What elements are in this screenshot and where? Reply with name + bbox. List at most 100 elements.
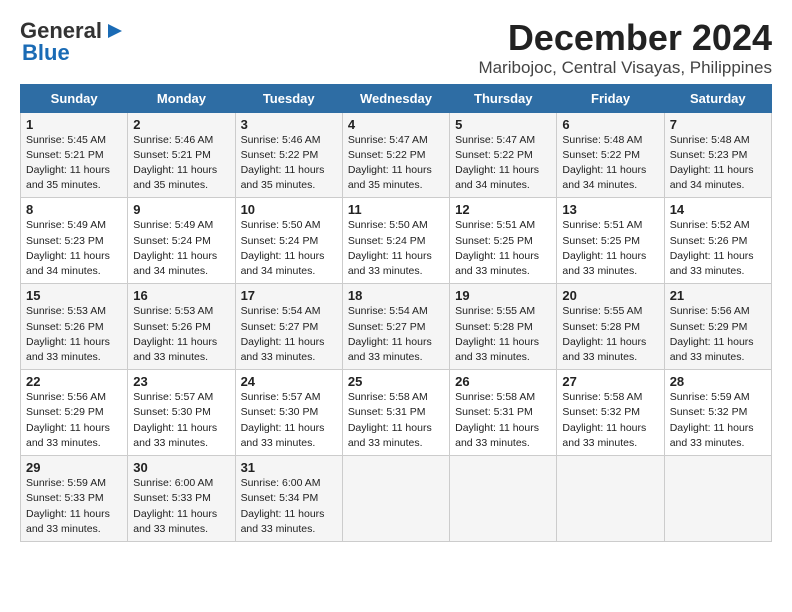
day-number: 16 (133, 288, 230, 303)
table-cell: 16Sunrise: 5:53 AMSunset: 5:26 PMDayligh… (128, 284, 235, 370)
day-info: Sunrise: 5:57 AMSunset: 5:30 PMDaylight:… (241, 390, 338, 451)
day-info: Sunrise: 5:59 AMSunset: 5:32 PMDaylight:… (670, 390, 767, 451)
day-info: Sunrise: 5:49 AMSunset: 5:23 PMDaylight:… (26, 218, 123, 279)
day-number: 21 (670, 288, 767, 303)
day-number: 31 (241, 460, 338, 475)
day-info: Sunrise: 5:47 AMSunset: 5:22 PMDaylight:… (455, 133, 552, 194)
day-number: 4 (348, 117, 445, 132)
table-cell: 28Sunrise: 5:59 AMSunset: 5:32 PMDayligh… (664, 370, 771, 456)
table-cell: 1Sunrise: 5:45 AMSunset: 5:21 PMDaylight… (21, 112, 128, 198)
day-number: 6 (562, 117, 659, 132)
day-info: Sunrise: 5:54 AMSunset: 5:27 PMDaylight:… (348, 304, 445, 365)
col-sunday: Sunday (21, 84, 128, 112)
table-cell: 22Sunrise: 5:56 AMSunset: 5:29 PMDayligh… (21, 370, 128, 456)
day-info: Sunrise: 5:51 AMSunset: 5:25 PMDaylight:… (455, 218, 552, 279)
day-number: 19 (455, 288, 552, 303)
day-info: Sunrise: 5:46 AMSunset: 5:21 PMDaylight:… (133, 133, 230, 194)
day-info: Sunrise: 5:48 AMSunset: 5:23 PMDaylight:… (670, 133, 767, 194)
day-info: Sunrise: 5:55 AMSunset: 5:28 PMDaylight:… (455, 304, 552, 365)
day-number: 17 (241, 288, 338, 303)
table-cell: 4Sunrise: 5:47 AMSunset: 5:22 PMDaylight… (342, 112, 449, 198)
day-number: 2 (133, 117, 230, 132)
day-info: Sunrise: 5:57 AMSunset: 5:30 PMDaylight:… (133, 390, 230, 451)
calendar-subtitle: Maribojoc, Central Visayas, Philippines (478, 58, 772, 78)
col-tuesday: Tuesday (235, 84, 342, 112)
day-number: 11 (348, 202, 445, 217)
table-cell (342, 456, 449, 542)
title-block: December 2024 Maribojoc, Central Visayas… (478, 18, 772, 78)
table-cell: 6Sunrise: 5:48 AMSunset: 5:22 PMDaylight… (557, 112, 664, 198)
table-cell: 14Sunrise: 5:52 AMSunset: 5:26 PMDayligh… (664, 198, 771, 284)
day-number: 9 (133, 202, 230, 217)
day-info: Sunrise: 5:45 AMSunset: 5:21 PMDaylight:… (26, 133, 123, 194)
table-cell: 11Sunrise: 5:50 AMSunset: 5:24 PMDayligh… (342, 198, 449, 284)
day-number: 23 (133, 374, 230, 389)
day-info: Sunrise: 5:47 AMSunset: 5:22 PMDaylight:… (348, 133, 445, 194)
day-info: Sunrise: 5:59 AMSunset: 5:33 PMDaylight:… (26, 476, 123, 537)
table-cell (450, 456, 557, 542)
table-cell: 17Sunrise: 5:54 AMSunset: 5:27 PMDayligh… (235, 284, 342, 370)
table-cell: 3Sunrise: 5:46 AMSunset: 5:22 PMDaylight… (235, 112, 342, 198)
day-number: 3 (241, 117, 338, 132)
day-number: 26 (455, 374, 552, 389)
table-cell: 20Sunrise: 5:55 AMSunset: 5:28 PMDayligh… (557, 284, 664, 370)
day-info: Sunrise: 5:52 AMSunset: 5:26 PMDaylight:… (670, 218, 767, 279)
day-number: 10 (241, 202, 338, 217)
table-cell: 2Sunrise: 5:46 AMSunset: 5:21 PMDaylight… (128, 112, 235, 198)
table-cell: 13Sunrise: 5:51 AMSunset: 5:25 PMDayligh… (557, 198, 664, 284)
table-cell: 12Sunrise: 5:51 AMSunset: 5:25 PMDayligh… (450, 198, 557, 284)
calendar-table: Sunday Monday Tuesday Wednesday Thursday… (20, 84, 772, 542)
calendar-title: December 2024 (478, 18, 772, 58)
day-number: 28 (670, 374, 767, 389)
table-cell (664, 456, 771, 542)
col-thursday: Thursday (450, 84, 557, 112)
day-number: 18 (348, 288, 445, 303)
day-info: Sunrise: 5:58 AMSunset: 5:32 PMDaylight:… (562, 390, 659, 451)
table-cell: 19Sunrise: 5:55 AMSunset: 5:28 PMDayligh… (450, 284, 557, 370)
day-info: Sunrise: 5:56 AMSunset: 5:29 PMDaylight:… (670, 304, 767, 365)
table-cell: 26Sunrise: 5:58 AMSunset: 5:31 PMDayligh… (450, 370, 557, 456)
col-saturday: Saturday (664, 84, 771, 112)
day-info: Sunrise: 5:46 AMSunset: 5:22 PMDaylight:… (241, 133, 338, 194)
table-cell: 5Sunrise: 5:47 AMSunset: 5:22 PMDaylight… (450, 112, 557, 198)
table-cell: 21Sunrise: 5:56 AMSunset: 5:29 PMDayligh… (664, 284, 771, 370)
table-cell: 7Sunrise: 5:48 AMSunset: 5:23 PMDaylight… (664, 112, 771, 198)
day-info: Sunrise: 5:58 AMSunset: 5:31 PMDaylight:… (455, 390, 552, 451)
day-number: 14 (670, 202, 767, 217)
day-info: Sunrise: 5:50 AMSunset: 5:24 PMDaylight:… (348, 218, 445, 279)
day-number: 15 (26, 288, 123, 303)
table-cell: 25Sunrise: 5:58 AMSunset: 5:31 PMDayligh… (342, 370, 449, 456)
table-cell: 23Sunrise: 5:57 AMSunset: 5:30 PMDayligh… (128, 370, 235, 456)
table-cell: 31Sunrise: 6:00 AMSunset: 5:34 PMDayligh… (235, 456, 342, 542)
header: General Blue December 2024 Maribojoc, Ce… (20, 18, 772, 78)
day-number: 20 (562, 288, 659, 303)
day-info: Sunrise: 5:54 AMSunset: 5:27 PMDaylight:… (241, 304, 338, 365)
day-number: 30 (133, 460, 230, 475)
day-info: Sunrise: 5:48 AMSunset: 5:22 PMDaylight:… (562, 133, 659, 194)
day-number: 7 (670, 117, 767, 132)
table-cell (557, 456, 664, 542)
day-info: Sunrise: 5:58 AMSunset: 5:31 PMDaylight:… (348, 390, 445, 451)
col-friday: Friday (557, 84, 664, 112)
day-number: 24 (241, 374, 338, 389)
table-cell: 15Sunrise: 5:53 AMSunset: 5:26 PMDayligh… (21, 284, 128, 370)
day-number: 22 (26, 374, 123, 389)
day-number: 1 (26, 117, 123, 132)
table-cell: 10Sunrise: 5:50 AMSunset: 5:24 PMDayligh… (235, 198, 342, 284)
logo-blue: Blue (22, 40, 70, 66)
day-info: Sunrise: 5:49 AMSunset: 5:24 PMDaylight:… (133, 218, 230, 279)
day-info: Sunrise: 5:53 AMSunset: 5:26 PMDaylight:… (133, 304, 230, 365)
table-cell: 30Sunrise: 6:00 AMSunset: 5:33 PMDayligh… (128, 456, 235, 542)
day-number: 5 (455, 117, 552, 132)
day-info: Sunrise: 5:53 AMSunset: 5:26 PMDaylight:… (26, 304, 123, 365)
page: General Blue December 2024 Maribojoc, Ce… (0, 0, 792, 552)
day-number: 8 (26, 202, 123, 217)
logo-icon (104, 20, 126, 42)
day-info: Sunrise: 5:55 AMSunset: 5:28 PMDaylight:… (562, 304, 659, 365)
day-number: 27 (562, 374, 659, 389)
col-monday: Monday (128, 84, 235, 112)
table-cell: 8Sunrise: 5:49 AMSunset: 5:23 PMDaylight… (21, 198, 128, 284)
day-info: Sunrise: 5:51 AMSunset: 5:25 PMDaylight:… (562, 218, 659, 279)
table-cell: 27Sunrise: 5:58 AMSunset: 5:32 PMDayligh… (557, 370, 664, 456)
day-info: Sunrise: 6:00 AMSunset: 5:33 PMDaylight:… (133, 476, 230, 537)
